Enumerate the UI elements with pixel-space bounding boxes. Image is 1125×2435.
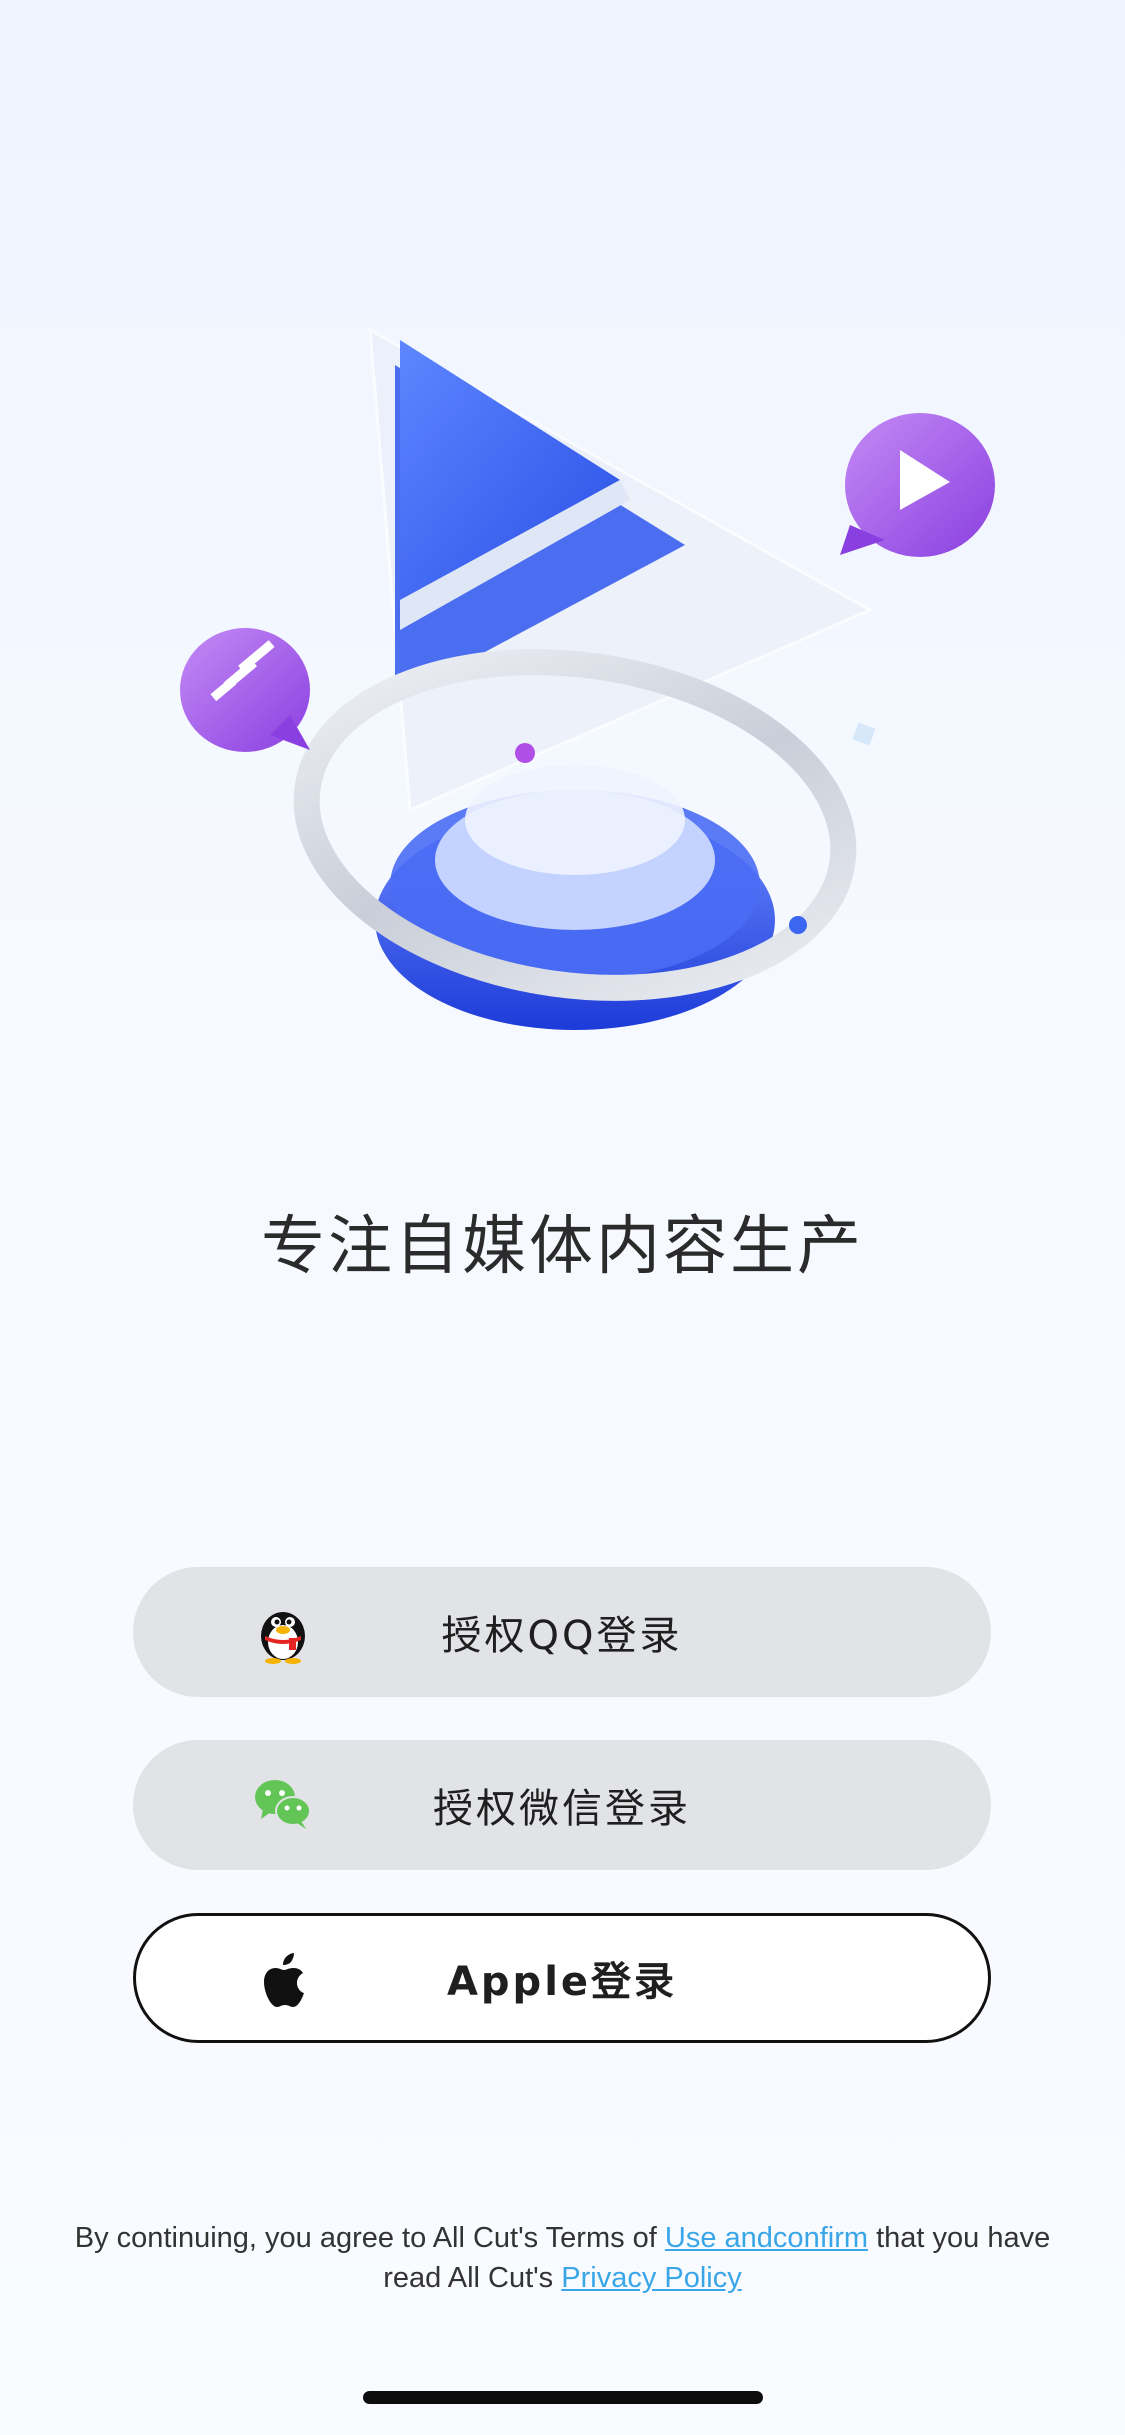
qq-login-label: 授权QQ登录 bbox=[441, 1613, 683, 1659]
left-chat-bubble bbox=[180, 628, 310, 752]
apple-login-label: Apple登录 bbox=[446, 1959, 678, 2005]
home-indicator[interactable] bbox=[363, 2391, 763, 2404]
terms-of-use-link[interactable]: Use andconfirm bbox=[665, 2222, 868, 2254]
hero-illustration bbox=[150, 300, 1010, 1100]
qq-penguin-icon bbox=[251, 1600, 315, 1664]
wechat-icon bbox=[251, 1773, 315, 1837]
qq-login-button[interactable]: 授权QQ登录 bbox=[133, 1567, 991, 1697]
wechat-login-button[interactable]: 授权微信登录 bbox=[133, 1740, 991, 1870]
right-play-bubble bbox=[840, 413, 995, 557]
apple-login-button[interactable]: Apple登录 bbox=[133, 1913, 991, 2043]
page-tagline: 专注自媒体内容生产 bbox=[261, 1210, 864, 1284]
apple-icon bbox=[254, 1949, 318, 2013]
privacy-policy-link[interactable]: Privacy Policy bbox=[561, 2262, 742, 2294]
wechat-login-label: 授权微信登录 bbox=[433, 1786, 691, 1832]
terms-prefix-text: By continuing, you agree to All Cut's Te… bbox=[74, 2222, 665, 2254]
terms-notice: By continuing, you agree to All Cut's Te… bbox=[60, 2218, 1065, 2298]
